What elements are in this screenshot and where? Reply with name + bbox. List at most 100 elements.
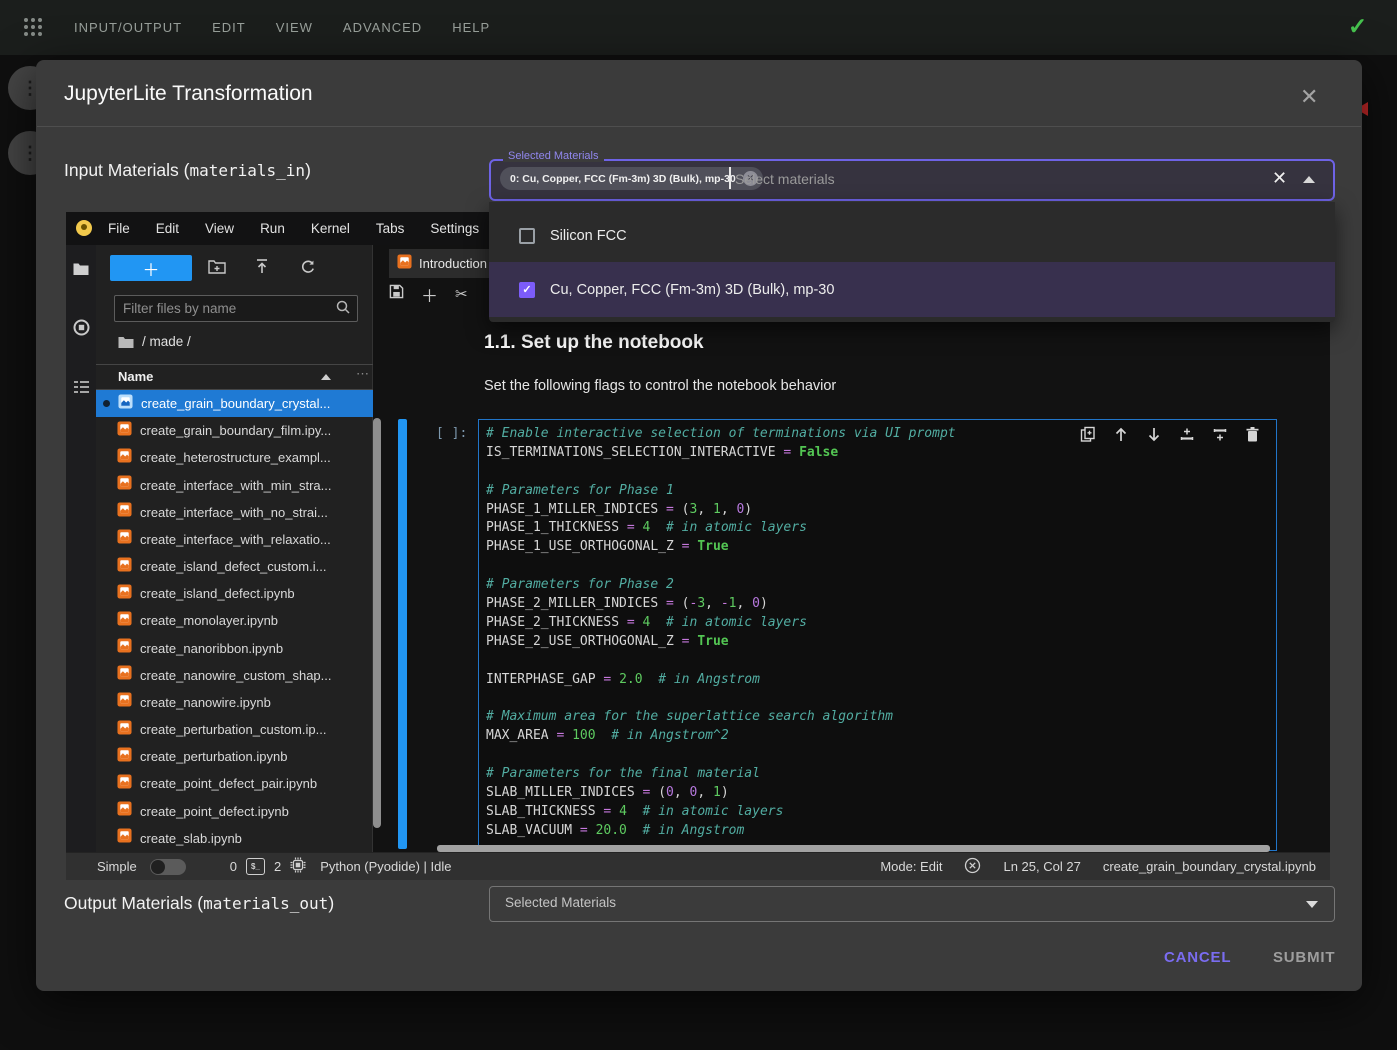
header-divider [37,126,1361,127]
file-item[interactable]: create_interface_with_min_stra... [96,472,373,499]
cut-icon[interactable]: ✂ [455,285,468,303]
file-name: create_nanoribbon.ipynb [140,641,283,656]
move-up-icon[interactable] [1113,426,1129,443]
notebook-icon [117,747,132,767]
close-icon[interactable]: ✕ [1300,84,1318,110]
insert-above-icon[interactable] [1179,426,1195,443]
checkbox-icon[interactable]: ✓ [519,282,535,298]
code-line: PHASE_2_MILLER_INDICES = (-3, -1, 0) [486,595,956,614]
jupyter-menu-tabs[interactable]: Tabs [376,221,405,236]
code-line: # Parameters for Phase 2 [486,576,956,595]
file-name: create_interface_with_min_stra... [140,478,331,493]
file-name: create_nanowire_custom_shap... [140,668,332,683]
notebook-icon [117,448,132,468]
topbar-menu-advanced[interactable]: ADVANCED [343,20,422,35]
new-folder-icon[interactable] [208,259,226,279]
mode-indicator: Mode: Edit [880,859,942,874]
submit-button[interactable]: SUBMIT [1273,949,1335,966]
output-materials-select-value: Selected Materials [505,895,616,910]
delete-icon[interactable] [1245,426,1260,443]
file-item[interactable]: create_point_defect_pair.ipynb [96,770,373,797]
tab-introduction[interactable]: Introduction [389,249,499,278]
file-item[interactable]: create_nanoribbon.ipynb [96,635,373,662]
notebook-icon [117,502,132,522]
code-line: # Parameters for the final material [486,765,956,784]
select-materials-input[interactable]: Select materials [735,171,835,187]
file-item[interactable]: create_grain_boundary_film.ipy... [96,417,373,444]
file-item[interactable]: create_point_defect.ipynb [96,798,373,825]
active-cell-collapser[interactable] [398,419,407,849]
cursor-position[interactable]: Ln 25, Col 27 [1003,859,1080,874]
notebook-icon [118,394,133,414]
notebook-icon [117,557,132,577]
duplicate-icon[interactable] [1080,426,1096,443]
file-item[interactable]: create_slab.ipynb [96,825,373,852]
move-down-icon[interactable] [1146,426,1162,443]
notebook-icon [117,611,132,631]
jupyter-menu-run[interactable]: Run [260,221,285,236]
code-line: PHASE_1_MILLER_INDICES = (3, 1, 0) [486,501,956,520]
collapse-caret-icon[interactable] [1303,176,1315,183]
output-materials-label: Output Materials (materials_out) [64,893,334,914]
notebook-toolbar: ＋ ✂ [389,282,468,306]
jupyter-menu-edit[interactable]: Edit [156,221,179,236]
file-item[interactable]: create_interface_with_no_strai... [96,499,373,526]
refresh-icon[interactable] [300,259,316,280]
new-launcher-button[interactable]: ＋ [110,255,192,281]
file-item[interactable]: create_interface_with_relaxatio... [96,526,373,553]
material-chip[interactable]: 0: Cu, Copper, FCC (Fm-3m) 3D (Bulk), mp… [500,167,763,190]
file-item[interactable]: create_monolayer.ipynb [96,607,373,634]
topbar-menu-help[interactable]: HELP [452,20,490,35]
kernel-count[interactable]: 2 [274,859,281,874]
shield-x-icon[interactable] [964,857,981,877]
horizontal-scrollbar[interactable] [437,845,1270,852]
file-item[interactable]: create_perturbation_custom.ip... [96,716,373,743]
toc-icon[interactable] [73,380,90,399]
save-icon[interactable] [389,284,404,304]
file-name: create_point_defect_pair.ipynb [140,776,317,791]
file-list-scrollbar[interactable] [373,418,381,828]
folder-icon[interactable] [118,336,134,354]
material-option-cu-copper[interactable]: ✓ Cu, Copper, FCC (Fm-3m) 3D (Bulk), mp-… [489,262,1335,317]
code-editor[interactable]: # Enable interactive selection of termin… [486,425,956,841]
topbar-menu-input-output[interactable]: INPUT/OUTPUT [74,20,182,35]
code-line: # Enable interactive selection of termin… [486,425,956,444]
add-cell-icon[interactable]: ＋ [421,282,438,307]
name-column-header[interactable]: Name [118,369,153,384]
code-line: INTERPHASE_GAP = 2.0 # in Angstrom [486,671,956,690]
jupyter-menu-file[interactable]: File [108,221,130,236]
insert-below-icon[interactable] [1212,426,1228,443]
kernel-status[interactable]: Python (Pyodide) | Idle [320,859,451,874]
confirm-check-icon[interactable]: ✓ [1348,13,1367,40]
topbar-menu-view[interactable]: VIEW [276,20,313,35]
clear-icon[interactable]: ✕ [1272,168,1287,189]
file-item[interactable]: create_island_defect_custom.i... [96,553,373,580]
running-sessions-icon[interactable] [73,319,90,341]
jupyter-menu-view[interactable]: View [205,221,234,236]
lightbulb-icon[interactable] [76,220,92,236]
jupyter-menu-settings[interactable]: Settings [430,221,479,236]
jupyter-menu-kernel[interactable]: Kernel [311,221,350,236]
cell-prompt: [ ]: [436,426,467,441]
material-option-silicon-fcc[interactable]: Silicon FCC [489,210,1335,262]
breadcrumb[interactable]: / made / [142,334,191,349]
code-line [486,652,956,671]
file-item[interactable]: create_perturbation.ipynb [96,743,373,770]
files-icon[interactable] [73,262,89,281]
file-item[interactable]: create_island_defect.ipynb [96,580,373,607]
file-name: create_interface_with_relaxatio... [140,532,331,547]
checkbox-icon[interactable] [519,228,535,244]
file-item[interactable]: create_heterostructure_exampl... [96,444,373,471]
code-line: # Parameters for Phase 1 [486,482,956,501]
file-item[interactable]: create_nanowire.ipynb [96,689,373,716]
topbar-menu-edit[interactable]: EDIT [212,20,246,35]
filter-files-placeholder: Filter files by name [123,301,236,316]
upload-icon[interactable] [254,258,270,280]
app-top-bar: INPUT/OUTPUT EDIT VIEW ADVANCED HELP ✓ [0,0,1397,55]
terminal-count[interactable]: 0 [230,859,237,874]
file-item[interactable]: create_nanowire_custom_shap... [96,662,373,689]
cancel-button[interactable]: CANCEL [1164,949,1231,966]
file-item[interactable]: create_grain_boundary_crystal... [96,390,373,417]
simple-mode-toggle[interactable] [150,859,186,875]
option-label: Cu, Copper, FCC (Fm-3m) 3D (Bulk), mp-30 [550,282,834,298]
